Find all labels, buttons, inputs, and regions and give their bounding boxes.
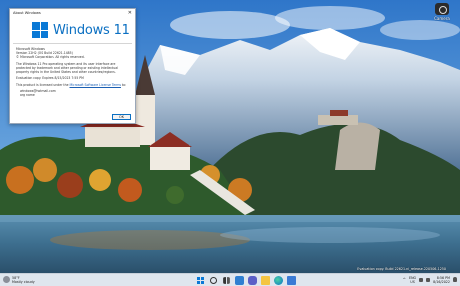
notification-icon[interactable] bbox=[453, 277, 457, 282]
file-explorer-icon[interactable] bbox=[261, 276, 270, 285]
cloud-icon bbox=[3, 276, 10, 283]
edge-icon[interactable] bbox=[274, 276, 283, 285]
taskbar: 58°F Mostly cloudy ^ ENG US 8:56 PM 8/16… bbox=[0, 273, 460, 286]
clock[interactable]: 8:56 PM 8/16/2022 bbox=[433, 276, 450, 284]
language-code: ENG bbox=[408, 275, 417, 280]
clock-date: 8/16/2022 bbox=[433, 279, 450, 284]
ok-button[interactable]: OK bbox=[112, 114, 131, 120]
dialog-title: About Windows bbox=[13, 11, 41, 15]
task-view-icon[interactable] bbox=[223, 277, 230, 284]
trademark-paragraph: The Windows 11 Pro operating system and … bbox=[16, 61, 118, 74]
store-icon[interactable] bbox=[287, 276, 296, 285]
windows-logo-icon bbox=[32, 22, 48, 38]
license-prefix: This product is licensed under the bbox=[16, 82, 70, 87]
expiry-line: Evaluation copy. Expires 8/15/2023 7:55 … bbox=[16, 76, 84, 81]
start-button[interactable] bbox=[196, 276, 205, 285]
chat-icon[interactable] bbox=[248, 276, 257, 285]
dialog-body: Microsoft Windows Version 22H2 (OS Build… bbox=[10, 47, 135, 98]
license-terms-link[interactable]: Microsoft Software License Terms bbox=[70, 83, 121, 87]
weather-widget[interactable]: 58°F Mostly cloudy bbox=[3, 276, 35, 284]
copyright-line: © Microsoft Corporation. All rights rese… bbox=[16, 55, 85, 60]
dialog-divider bbox=[13, 43, 132, 44]
windows-logo-text: Windows 11 bbox=[53, 22, 130, 38]
search-icon[interactable] bbox=[210, 277, 217, 284]
keyboard-layout: US bbox=[410, 279, 415, 284]
taskbar-apps bbox=[196, 276, 296, 285]
volume-icon[interactable] bbox=[426, 277, 431, 282]
desktop-icon-label: Camera bbox=[434, 16, 450, 21]
close-icon[interactable]: ✕ bbox=[128, 10, 132, 16]
windows-logo-banner: Windows 11 bbox=[10, 17, 135, 38]
licensed-org: org name bbox=[20, 93, 35, 98]
desktop-camera-shortcut[interactable]: Camera bbox=[430, 3, 454, 21]
widgets-icon[interactable] bbox=[235, 276, 244, 285]
weather-desc: Mostly cloudy bbox=[12, 279, 35, 284]
about-windows-dialog: About Windows ✕ Windows 11 Microsoft Win… bbox=[9, 8, 136, 124]
evaluation-watermark: Evaluation copy. Build 22621.ni_release.… bbox=[357, 267, 446, 271]
language-indicator[interactable]: ENG US bbox=[409, 276, 416, 284]
dialog-titlebar[interactable]: About Windows ✕ bbox=[10, 9, 135, 17]
chevron-up-icon[interactable]: ^ bbox=[403, 277, 406, 282]
network-icon[interactable] bbox=[419, 277, 424, 282]
system-tray: ^ ENG US 8:56 PM 8/16/2022 bbox=[403, 276, 457, 284]
license-to: to: bbox=[120, 82, 127, 87]
camera-icon bbox=[435, 3, 449, 15]
